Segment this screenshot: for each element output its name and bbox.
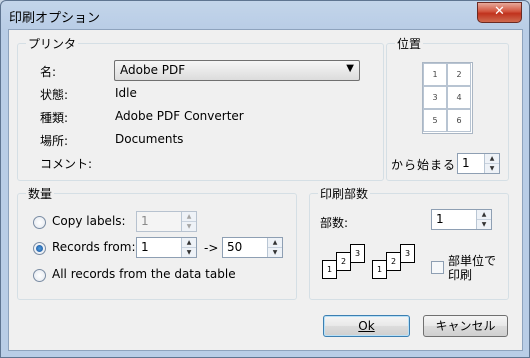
position-group-title: 位置 bbox=[395, 35, 424, 52]
all-records-radio[interactable] bbox=[33, 269, 46, 282]
printer-name-value: Adobe PDF bbox=[120, 63, 186, 77]
position-cell[interactable]: 5 bbox=[423, 109, 447, 132]
spin-up-icon[interactable]: ▲ bbox=[268, 238, 282, 248]
quantity-group: 数量 Copy labels: 1 ▲ ▼ Records from: 1 ▲ … bbox=[17, 185, 297, 300]
copies-group-title: 印刷部数 bbox=[318, 185, 371, 202]
copy-labels-radio[interactable] bbox=[33, 216, 46, 229]
all-records-label: All records from the data table bbox=[52, 267, 236, 281]
ok-button-label: Ok bbox=[358, 319, 375, 333]
printer-status-label: 状態: bbox=[40, 88, 69, 102]
spin-down-icon[interactable]: ▼ bbox=[485, 164, 499, 173]
title-bar: 印刷オプション ✕ bbox=[1, 1, 529, 29]
spin-down-icon[interactable]: ▼ bbox=[182, 248, 196, 257]
quantity-group-title: 数量 bbox=[26, 185, 55, 202]
page-icon: 1 bbox=[322, 260, 337, 279]
copy-labels-value: 1 bbox=[141, 214, 149, 228]
printer-location-label: 場所: bbox=[40, 134, 69, 148]
printer-location-value: Documents bbox=[115, 132, 184, 146]
records-from-radio[interactable] bbox=[33, 242, 46, 255]
printer-type-label: 種類: bbox=[40, 111, 69, 125]
printer-name-dropdown[interactable]: Adobe PDF ▼ bbox=[114, 60, 360, 81]
copy-labels-label: Copy labels: bbox=[52, 214, 126, 228]
spin-up-icon[interactable]: ▲ bbox=[182, 212, 196, 222]
spin-down-icon[interactable]: ▼ bbox=[182, 222, 196, 231]
position-cell[interactable]: 3 bbox=[423, 86, 447, 109]
page-icon: 1 bbox=[372, 260, 387, 279]
window-title: 印刷オプション bbox=[9, 11, 101, 26]
cancel-button[interactable]: キャンセル bbox=[423, 315, 508, 337]
copies-count-label: 部数: bbox=[320, 216, 349, 230]
collate-label-line2: 印刷 bbox=[448, 268, 473, 282]
position-cell[interactable]: 6 bbox=[447, 109, 471, 132]
position-cell[interactable]: 4 bbox=[447, 86, 471, 109]
spin-up-icon[interactable]: ▲ bbox=[477, 210, 491, 220]
collate-checkbox[interactable] bbox=[431, 261, 444, 274]
printer-comment-label: コメント: bbox=[40, 157, 93, 171]
page-icon: 2 bbox=[336, 252, 351, 271]
records-to-stepper[interactable]: 50 ▲ ▼ bbox=[222, 237, 283, 258]
ok-button[interactable]: Ok bbox=[323, 315, 410, 337]
records-from-value: 1 bbox=[141, 240, 149, 254]
printer-group-title: プリンタ bbox=[26, 35, 79, 52]
spin-up-icon[interactable]: ▲ bbox=[485, 154, 499, 164]
copies-group: 印刷部数 部数: 1 ▲ ▼ 1 2 3 1 2 3 部単位で 印刷 bbox=[309, 185, 509, 300]
close-button[interactable]: ✕ bbox=[477, 2, 522, 23]
copies-count-stepper[interactable]: 1 ▲ ▼ bbox=[431, 209, 492, 230]
page-icon: 2 bbox=[386, 252, 401, 271]
copy-labels-stepper[interactable]: 1 ▲ ▼ bbox=[136, 211, 197, 232]
spin-down-icon[interactable]: ▼ bbox=[268, 248, 282, 257]
print-options-dialog: 印刷オプション ✕ プリンタ 名: Adobe PDF ▼ 状態: Idle 種… bbox=[0, 0, 530, 358]
records-to-value: 50 bbox=[227, 240, 243, 254]
position-cell[interactable]: 2 bbox=[447, 63, 471, 86]
collate-stack-icon: 1 2 3 bbox=[322, 242, 368, 279]
collate-stack-icon: 1 2 3 bbox=[372, 242, 418, 279]
position-cell[interactable]: 1 bbox=[423, 63, 447, 86]
spin-down-icon[interactable]: ▼ bbox=[477, 220, 491, 229]
chevron-down-icon: ▼ bbox=[346, 63, 354, 74]
range-arrow: -> bbox=[204, 241, 219, 255]
printer-group: プリンタ 名: Adobe PDF ▼ 状態: Idle 種類: Adobe P… bbox=[17, 35, 384, 181]
printer-status-value: Idle bbox=[115, 86, 137, 100]
page-icon: 3 bbox=[350, 244, 365, 263]
start-position-stepper[interactable]: 1 ▲ ▼ bbox=[457, 153, 500, 174]
printer-type-value: Adobe PDF Converter bbox=[115, 109, 244, 123]
copies-count-value: 1 bbox=[436, 212, 444, 226]
records-from-stepper[interactable]: 1 ▲ ▼ bbox=[136, 237, 197, 258]
label-position-grid: 1 2 3 4 5 6 bbox=[422, 62, 473, 134]
start-position-label: から始まる: bbox=[391, 158, 462, 172]
start-position-value: 1 bbox=[462, 156, 470, 170]
records-from-label: Records from: bbox=[52, 240, 136, 254]
spin-up-icon[interactable]: ▲ bbox=[182, 238, 196, 248]
position-group: 位置 1 2 3 4 5 6 から始まる: 1 ▲ ▼ bbox=[386, 35, 509, 181]
page-icon: 3 bbox=[400, 244, 415, 263]
dialog-body: プリンタ 名: Adobe PDF ▼ 状態: Idle 種類: Adobe P… bbox=[8, 29, 523, 351]
printer-name-label: 名: bbox=[40, 65, 57, 79]
